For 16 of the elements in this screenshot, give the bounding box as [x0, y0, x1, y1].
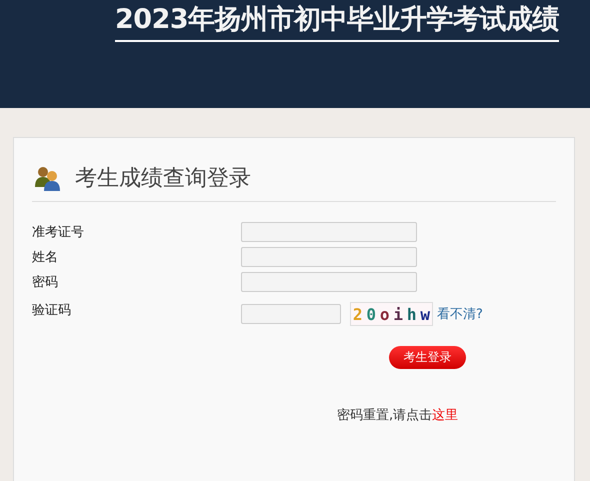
input-field[interactable] [241, 272, 417, 292]
field-label: 姓名 [32, 249, 59, 266]
captcha-image[interactable]: 2 0 o i h w [350, 302, 433, 326]
input-field[interactable] [241, 222, 417, 242]
panel-heading: 考生成绩查询登录 [75, 165, 251, 193]
reset-text: 密码重置,请点击这里 [337, 408, 458, 423]
field-label: 验证码 [32, 302, 72, 319]
users-icon [34, 165, 62, 191]
captcha-field[interactable] [241, 304, 341, 324]
login-button[interactable]: 考生登录 [389, 346, 466, 369]
field-label: 准考证号 [32, 224, 85, 241]
reset-link[interactable]: 这里 [432, 408, 458, 423]
page-title: 2023年扬州市初中毕业升学考试成绩 [115, 0, 560, 42]
field-label: 密码 [32, 274, 59, 291]
input-field[interactable] [241, 247, 417, 267]
refresh-captcha-link[interactable]: 看不清? [437, 305, 483, 323]
